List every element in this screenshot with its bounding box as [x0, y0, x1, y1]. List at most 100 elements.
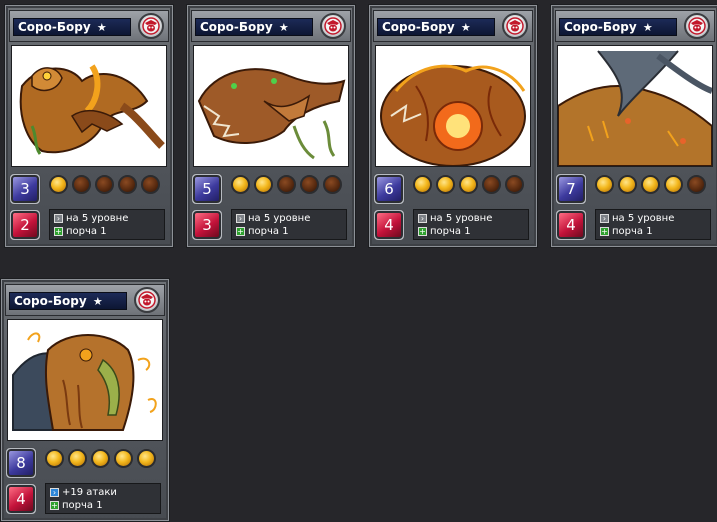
creature-art	[193, 45, 349, 167]
bonus-box: › на 5 уровне + порча 1	[231, 209, 347, 240]
card[interactable]: Соро-Бору ★ 3 2 › на 5 уровне + порча 1	[4, 4, 174, 248]
bonus-line: › на 5 уровне	[418, 212, 528, 225]
level-arrow-icon: ›	[418, 214, 427, 223]
card-header: Соро-Бору ★	[5, 284, 165, 316]
bonus-line: › на 5 уровне	[54, 212, 164, 225]
level-star-filled-icon	[114, 449, 133, 468]
card-stats: 7 4 › на 5 уровне + порча 1	[555, 170, 715, 244]
bonus-text: на 5 уровне	[430, 213, 493, 224]
bonus-text: порча 1	[612, 226, 653, 237]
plus-icon: +	[54, 227, 63, 236]
bonus-text: порча 1	[430, 226, 471, 237]
card-name: Соро-Бору ★	[377, 18, 495, 36]
card-name-text: Соро-Бору	[564, 20, 637, 34]
level-star-filled-icon	[664, 175, 683, 194]
bonus-box: › на 5 уровне + порча 1	[413, 209, 529, 240]
bonus-text: порча 1	[62, 500, 103, 511]
level-star-filled-icon	[618, 175, 637, 194]
level-arrow-icon: ›	[236, 214, 245, 223]
level-star-filled-icon	[137, 449, 156, 468]
creature-art	[375, 45, 531, 167]
level-star-empty-icon	[687, 175, 706, 194]
plus-icon: +	[50, 501, 59, 510]
bonus-line: › на 5 уровне	[236, 212, 346, 225]
creature-art	[557, 45, 713, 167]
plus-icon: +	[418, 227, 427, 236]
bonus-box: › на 5 уровне + порча 1	[595, 209, 711, 240]
card[interactable]: Соро-Бору ★ 5 3 › на 5 уровне + порча 1	[186, 4, 356, 248]
level-star-empty-icon	[118, 175, 137, 194]
star-icon: ★	[642, 21, 653, 34]
card-name: Соро-Бору ★	[9, 292, 127, 310]
star-icon: ★	[96, 21, 107, 34]
attack-arrow-icon: ›	[50, 488, 59, 497]
star-icon: ★	[278, 21, 289, 34]
power-gem: 2	[11, 211, 39, 239]
power-gem: 4	[7, 485, 35, 513]
card-stats: 3 2 › на 5 уровне + порча 1	[9, 170, 169, 244]
level-arrow-icon: ›	[54, 214, 63, 223]
cost-gem: 6	[375, 175, 403, 203]
plus-icon: +	[236, 227, 245, 236]
level-star-filled-icon	[254, 175, 273, 194]
bonus-box: › +19 атаки + порча 1	[45, 483, 161, 514]
card-name: Соро-Бору ★	[13, 18, 131, 36]
card[interactable]: Соро-Бору ★ 7 4 › на 5 уровне + порча 1	[550, 4, 717, 248]
card[interactable]: Соро-Бору ★ 8 4 › +19 атаки + порча 1	[0, 278, 170, 522]
power-gem: 3	[193, 211, 221, 239]
card-header: Соро-Бору ★	[9, 10, 169, 42]
skull-emblem-icon	[134, 287, 160, 313]
level-star-empty-icon	[95, 175, 114, 194]
bonus-line: + порча 1	[236, 225, 346, 238]
card-name: Соро-Бору ★	[559, 18, 677, 36]
level-star-filled-icon	[91, 449, 110, 468]
bonus-text: +19 атаки	[62, 487, 117, 498]
level-star-filled-icon	[49, 175, 68, 194]
card-stats: 6 4 › на 5 уровне + порча 1	[373, 170, 533, 244]
bonus-box: › на 5 уровне + порча 1	[49, 209, 165, 240]
cost-gem: 5	[193, 175, 221, 203]
plus-icon: +	[600, 227, 609, 236]
skull-emblem-icon	[138, 13, 164, 39]
level-star-empty-icon	[277, 175, 296, 194]
card-stats: 8 4 › +19 атаки + порча 1	[5, 444, 165, 518]
card-header: Соро-Бору ★	[191, 10, 351, 42]
card-stats: 5 3 › на 5 уровне + порча 1	[191, 170, 351, 244]
level-star-filled-icon	[436, 175, 455, 194]
card-name-text: Соро-Бору	[14, 294, 87, 308]
skull-emblem-icon	[684, 13, 710, 39]
bonus-line: + порча 1	[54, 225, 164, 238]
skull-emblem-icon	[320, 13, 346, 39]
level-star-empty-icon	[505, 175, 524, 194]
cost-gem: 7	[557, 175, 585, 203]
level-star-filled-icon	[459, 175, 478, 194]
level-star-empty-icon	[482, 175, 501, 194]
card-name-text: Соро-Бору	[18, 20, 91, 34]
level-star-filled-icon	[641, 175, 660, 194]
bonus-line: + порча 1	[418, 225, 528, 238]
level-star-filled-icon	[68, 449, 87, 468]
card-header: Соро-Бору ★	[373, 10, 533, 42]
bonus-text: на 5 уровне	[66, 213, 129, 224]
star-icon: ★	[92, 295, 103, 308]
bonus-line: + порча 1	[50, 499, 160, 512]
card[interactable]: Соро-Бору ★ 6 4 › на 5 уровне + порча 1	[368, 4, 538, 248]
bonus-line: › на 5 уровне	[600, 212, 710, 225]
card-header: Соро-Бору ★	[555, 10, 715, 42]
level-star-empty-icon	[141, 175, 160, 194]
creature-art	[7, 319, 163, 441]
level-star-filled-icon	[595, 175, 614, 194]
level-star-filled-icon	[231, 175, 250, 194]
bonus-line: › +19 атаки	[50, 486, 160, 499]
power-gem: 4	[557, 211, 585, 239]
level-star-filled-icon	[413, 175, 432, 194]
cost-gem: 3	[11, 175, 39, 203]
level-arrow-icon: ›	[600, 214, 609, 223]
bonus-text: порча 1	[66, 226, 107, 237]
bonus-text: на 5 уровне	[612, 213, 675, 224]
bonus-line: + порча 1	[600, 225, 710, 238]
card-name-text: Соро-Бору	[382, 20, 455, 34]
cost-gem: 8	[7, 449, 35, 477]
card-name-text: Соро-Бору	[200, 20, 273, 34]
card-name: Соро-Бору ★	[195, 18, 313, 36]
